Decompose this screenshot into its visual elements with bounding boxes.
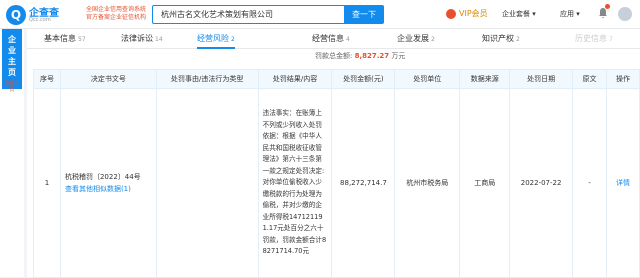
app-menu-link[interactable]: 应用 ▾: [560, 9, 580, 19]
tab-label: 知识产权: [482, 34, 514, 43]
tab-history-info[interactable]: 历史信息 7: [575, 29, 613, 49]
tab-intellectual-property[interactable]: 知识产权 2: [482, 29, 520, 49]
tab-basic-info[interactable]: 基本信息 57: [44, 29, 86, 49]
detail-link[interactable]: 详情: [606, 88, 640, 278]
tab-operating-info[interactable]: 经营信息 4: [312, 29, 350, 49]
tab-label: 经营风险: [197, 34, 229, 43]
col-reason: 处罚事由/违法行为类型: [155, 69, 259, 89]
penalty-total-label: 罚款总金额:: [315, 52, 353, 60]
slogan-line-1: 全国企业信用查询系统: [86, 6, 147, 13]
row-date: 2022-07-22: [509, 88, 574, 278]
tab-enterprise-development[interactable]: 企业发展 2: [397, 29, 435, 49]
row-source: 工商局: [459, 88, 511, 278]
tab-count: 14: [155, 36, 163, 43]
tab-label: 历史信息: [575, 34, 607, 43]
vip-icon: [446, 8, 456, 19]
vip-member-link[interactable]: VIP会员: [446, 8, 488, 19]
sidebar-char-1: 企: [8, 35, 16, 44]
section-tabs: 基本信息 57 法律诉讼 14 经营风险 2 经营信息 4 企业发展 2 知识产权 2 历史…: [27, 29, 640, 49]
slogan-line-2: 官方备案企业征信机构: [86, 14, 147, 21]
tab-count: 57: [78, 36, 86, 43]
sidebar-char-4: 页: [8, 68, 16, 77]
top-bar: Q 企查查 Qcc.com 全国企业信用查询系统 官方备案企业征信机构 杭州古名…: [0, 0, 640, 29]
search-button[interactable]: 查一下: [344, 5, 384, 24]
sidebar-brand-home[interactable]: 品牌主页: [4, 81, 20, 93]
row-original: -: [572, 88, 607, 278]
avatar[interactable]: [618, 7, 632, 21]
row-reason: [155, 88, 259, 278]
row-content: 违法事实：在账簿上不列或少列收入处罚依据：根据《中华人民共和国税收征收管理法》第…: [257, 88, 333, 278]
penalty-total-unit: 万元: [391, 52, 406, 60]
notification-badge: [605, 4, 610, 9]
app-menu-label: 应用: [560, 10, 574, 18]
row-unit: 杭州市税务局: [394, 88, 461, 278]
col-amount: 处罚金额(元): [331, 69, 396, 89]
tab-label: 法律诉讼: [121, 34, 153, 43]
similar-data-link[interactable]: 查看其他相似数据(1): [65, 184, 156, 194]
tab-count: 7: [609, 36, 613, 43]
logo-subtext: Qcc.com: [29, 17, 51, 23]
tab-count: 2: [516, 36, 520, 43]
tab-count: 4: [346, 36, 350, 43]
row-doc-no-cell: 杭税稽罚〔2022〕44号 查看其他相似数据(1): [59, 88, 157, 278]
sidebar-char-2: 业: [8, 46, 16, 55]
col-source: 数据来源: [459, 69, 511, 89]
tab-label: 基本信息: [44, 34, 76, 43]
col-date: 处罚日期: [509, 69, 574, 89]
col-doc-no: 决定书文号: [59, 69, 157, 89]
tab-operating-risk[interactable]: 经营风险 2: [197, 29, 235, 49]
sidebar-enterprise-home[interactable]: 企 业 主 页: [2, 29, 22, 89]
penalty-total: 罚款总金额: 8,827.27 万元: [315, 51, 405, 61]
tab-label: 经营信息: [312, 34, 344, 43]
vip-label: VIP会员: [459, 9, 488, 18]
left-sidebar: 企 业 主 页 品牌主页: [0, 29, 24, 277]
table-row: 1 杭税稽罚〔2022〕44号 查看其他相似数据(1) 违法事实：在账簿上不列或…: [33, 88, 640, 278]
penalty-summary: 罚款总金额: 8,827.27 万元: [27, 49, 640, 63]
slogan: 全国企业信用查询系统 官方备案企业征信机构: [86, 6, 146, 22]
search-input[interactable]: 杭州古名文化艺术策划有限公司: [152, 5, 344, 24]
logo-icon[interactable]: Q: [6, 5, 26, 25]
col-index: 序号: [33, 69, 61, 89]
sidebar-char-3: 主: [8, 57, 16, 66]
col-original: 原文: [572, 69, 607, 89]
tab-count: 2: [431, 36, 435, 43]
col-action: 操作: [606, 69, 640, 89]
row-amount: 88,272,714.7: [331, 88, 396, 278]
col-content: 处罚结果/内容: [257, 69, 333, 89]
penalty-table-panel: 序号 决定书文号 处罚事由/违法行为类型 处罚结果/内容 处罚金额(元) 处罚单…: [27, 63, 640, 278]
tab-legal-lawsuits[interactable]: 法律诉讼 14: [121, 29, 163, 49]
col-unit: 处罚单位: [394, 69, 461, 89]
row-index: 1: [33, 88, 61, 278]
enterprise-package-link[interactable]: 企业套餐 ▾: [502, 9, 536, 19]
row-doc-no: 杭税稽罚〔2022〕44号: [64, 173, 141, 181]
tab-label: 企业发展: [397, 34, 429, 43]
penalty-total-value: 8,827.27: [354, 52, 390, 60]
penalty-table: 序号 决定书文号 处罚事由/违法行为类型 处罚结果/内容 处罚金额(元) 处罚单…: [33, 69, 640, 278]
tab-count: 2: [231, 36, 235, 43]
table-header-row: 序号 决定书文号 处罚事由/违法行为类型 处罚结果/内容 处罚金额(元) 处罚单…: [33, 69, 640, 89]
enterprise-package-label: 企业套餐: [502, 10, 530, 18]
